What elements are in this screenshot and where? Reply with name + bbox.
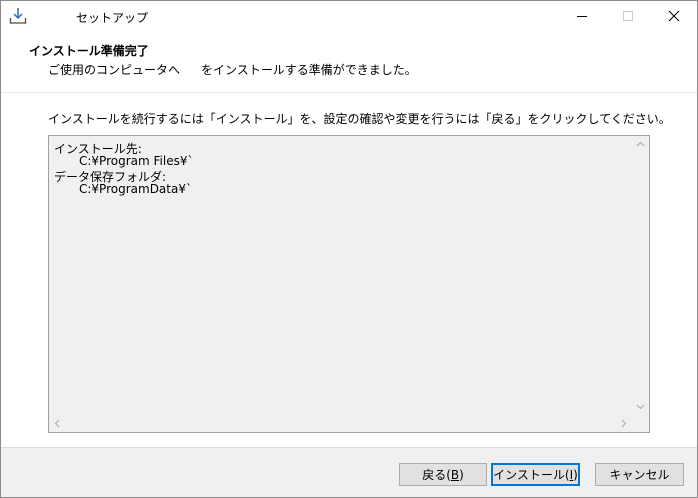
scroll-right-button[interactable] <box>615 415 632 432</box>
back-button-accelerator: B <box>450 467 460 482</box>
back-button-label-close: ) <box>459 467 464 482</box>
wizard-header: インストール準備完了 ご使用のコンピュータへ をインストールする準備ができました… <box>1 32 697 92</box>
chevron-right-icon <box>621 419 627 428</box>
minimize-icon <box>577 16 587 17</box>
memo-line: C:¥ProgramData¥` <box>79 182 192 196</box>
install-button[interactable]: インストール(I) <box>491 463 580 486</box>
chevron-left-icon <box>54 419 60 428</box>
page-title: インストール準備完了 <box>29 44 149 58</box>
setup-window: セットアップ インストール準備完了 ご使用のコンピュータへ をインストールする準… <box>0 0 698 498</box>
scroll-left-button[interactable] <box>49 415 66 432</box>
memo-line: C:¥Program Files¥` <box>79 154 194 168</box>
scroll-up-button[interactable] <box>632 136 649 153</box>
install-button-label-close: ) <box>573 467 578 482</box>
title-bar[interactable]: セットアップ <box>1 1 697 32</box>
maximize-button[interactable] <box>605 1 651 32</box>
cancel-button[interactable]: キャンセル <box>595 463 684 486</box>
scroll-down-button[interactable] <box>632 398 649 415</box>
back-button-label: 戻る( <box>422 468 451 482</box>
minimize-button[interactable] <box>559 1 605 32</box>
ready-memo[interactable]: インストール先: C:¥Program Files¥` データ保存フォルダ: C… <box>48 135 650 433</box>
back-button[interactable]: 戻る(B) <box>399 463 487 486</box>
install-download-icon <box>9 7 27 25</box>
close-icon <box>668 10 680 22</box>
subtitle-before: ご使用のコンピュータへ <box>48 63 181 77</box>
header-divider <box>1 92 697 93</box>
vertical-scrollbar[interactable] <box>632 136 649 415</box>
instruction-text: インストールを続行するには「インストール」を、設定の確認や変更を行うには「戻る」… <box>48 112 671 126</box>
scrollbar-corner <box>632 415 649 432</box>
chevron-up-icon <box>636 141 645 147</box>
close-button[interactable] <box>651 1 697 32</box>
chevron-down-icon <box>636 404 645 410</box>
install-button-label: インストール( <box>493 468 570 482</box>
wizard-footer: 戻る(B) インストール(I) キャンセル <box>1 448 697 497</box>
window-title: セットアップ <box>76 11 149 25</box>
subtitle-after: をインストールする準備ができました。 <box>201 63 417 77</box>
horizontal-scrollbar[interactable] <box>49 415 632 432</box>
maximize-icon <box>623 11 633 21</box>
